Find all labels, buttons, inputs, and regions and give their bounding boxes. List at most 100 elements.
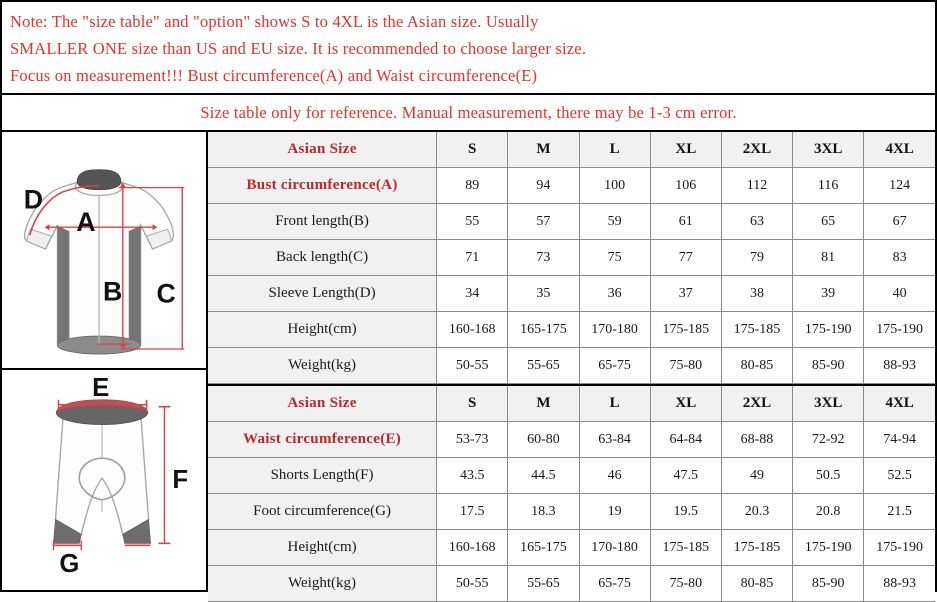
- row-label-foot-circumference: Foot circumference(G): [208, 493, 438, 530]
- cell-back-xl: 77: [649, 239, 722, 276]
- cell-front-4xl: 67: [863, 203, 935, 240]
- row-label-weight-top: Weight(kg): [208, 347, 438, 384]
- cell-shorts-xl: 47.5: [649, 457, 722, 494]
- shorts-label-F: F: [172, 466, 188, 494]
- cell-foot-3xl: 20.8: [792, 493, 865, 530]
- shorts-label-E: E: [92, 374, 109, 402]
- table-header-row: Asian Size S M L XL 2XL 3XL 4XL: [208, 384, 935, 422]
- table-row: Front length(B) 55 57 59 61 63 65 67: [208, 203, 935, 240]
- cell-waist-2xl: 68-88: [720, 421, 794, 458]
- cell-weight-bottom-3xl: 85-90: [792, 565, 865, 602]
- jersey-label-A: A: [76, 207, 95, 237]
- size-header-l: L: [578, 132, 651, 168]
- cell-front-s: 55: [436, 203, 509, 240]
- note-line-1: Note: The "size table" and "option" show…: [10, 12, 539, 31]
- size-header-4xl: 4XL: [863, 132, 935, 168]
- jersey-label-D: D: [24, 184, 43, 214]
- cell-height-top-l: 170-180: [578, 311, 651, 348]
- cell-foot-xl: 19.5: [649, 493, 722, 530]
- cell-weight-top-s: 50-55: [436, 347, 509, 384]
- tables-column: Asian Size S M L XL 2XL 3XL 4XL Bust cir…: [208, 132, 935, 602]
- size-header-bottom-2xl: 2XL: [720, 384, 794, 422]
- size-header-bottom-4xl: 4XL: [863, 384, 935, 422]
- note-line-3: Focus on measurement!!! Bust circumferen…: [10, 66, 538, 85]
- cell-height-bottom-m: 165-175: [507, 529, 580, 566]
- cell-weight-top-l: 65-75: [578, 347, 651, 384]
- jersey-size-table: Asian Size S M L XL 2XL 3XL 4XL Bust cir…: [208, 132, 935, 384]
- cell-height-bottom-4xl: 175-190: [863, 529, 935, 566]
- cell-sleeve-l: 36: [578, 275, 651, 312]
- cell-front-xl: 61: [649, 203, 722, 240]
- cell-weight-bottom-s: 50-55: [436, 565, 509, 602]
- table-row: Height(cm) 160-168 165-175 170-180 175-1…: [208, 529, 935, 566]
- cell-height-top-2xl: 175-185: [720, 311, 794, 348]
- cell-foot-2xl: 20.3: [720, 493, 794, 530]
- cell-height-top-s: 160-168: [436, 311, 509, 348]
- cell-shorts-s: 43.5: [436, 457, 509, 494]
- cell-height-top-m: 165-175: [507, 311, 580, 348]
- cell-waist-4xl: 74-94: [863, 421, 935, 458]
- cell-weight-top-m: 55-65: [507, 347, 580, 384]
- size-header-xl: XL: [649, 132, 722, 168]
- cell-bust-s: 89: [436, 167, 509, 204]
- cell-height-bottom-s: 160-168: [436, 529, 509, 566]
- cell-height-bottom-xl: 175-185: [649, 529, 722, 566]
- cell-height-top-xl: 175-185: [649, 311, 722, 348]
- cell-front-l: 59: [578, 203, 651, 240]
- table-row: Weight(kg) 50-55 55-65 65-75 75-80 80-85…: [208, 565, 935, 602]
- cell-waist-xl: 64-84: [649, 421, 722, 458]
- cell-sleeve-3xl: 39: [792, 275, 865, 312]
- note-line-2: SMALLER ONE size than US and EU size. It…: [10, 39, 587, 58]
- table-row: Height(cm) 160-168 165-175 170-180 175-1…: [208, 311, 935, 348]
- row-label-back-length: Back length(C): [208, 239, 438, 276]
- cell-bust-2xl: 112: [720, 167, 794, 204]
- size-header-bottom-3xl: 3XL: [792, 384, 865, 422]
- row-label-height-bottom: Height(cm): [208, 529, 438, 566]
- cell-sleeve-xl: 37: [649, 275, 722, 312]
- cell-foot-l: 19: [578, 493, 651, 530]
- cell-height-bottom-l: 170-180: [578, 529, 651, 566]
- cell-bust-4xl: 124: [863, 167, 935, 204]
- asian-size-label-bottom: Asian Size: [208, 384, 438, 422]
- size-header-bottom-m: M: [507, 384, 580, 422]
- cell-sleeve-2xl: 38: [720, 275, 794, 312]
- cell-back-l: 75: [578, 239, 651, 276]
- cell-height-bottom-3xl: 175-190: [792, 529, 865, 566]
- shorts-size-table-body: Asian Size S M L XL 2XL 3XL 4XL Waist ci…: [208, 384, 935, 602]
- cell-height-top-4xl: 175-190: [863, 311, 935, 348]
- cell-back-3xl: 81: [792, 239, 865, 276]
- cell-shorts-l: 46: [578, 457, 651, 494]
- cell-back-m: 73: [507, 239, 580, 276]
- jersey-size-table-body: Asian Size S M L XL 2XL 3XL 4XL Bust cir…: [208, 132, 935, 384]
- cell-weight-bottom-m: 55-65: [507, 565, 580, 602]
- table-row: Weight(kg) 50-55 55-65 65-75 75-80 80-85…: [208, 347, 935, 384]
- table-header-row: Asian Size S M L XL 2XL 3XL 4XL: [208, 132, 935, 168]
- cell-weight-bottom-xl: 75-80: [649, 565, 722, 602]
- cell-sleeve-s: 34: [436, 275, 509, 312]
- size-header-bottom-xl: XL: [649, 384, 722, 422]
- cell-shorts-m: 44.5: [507, 457, 580, 494]
- cell-waist-s: 53-73: [436, 421, 509, 458]
- shorts-size-table: Asian Size S M L XL 2XL 3XL 4XL Waist ci…: [208, 384, 935, 602]
- size-header-bottom-s: S: [436, 384, 509, 422]
- cell-shorts-3xl: 50.5: [792, 457, 865, 494]
- cycling-jersey-icon: D A B C: [24, 169, 185, 355]
- cell-bust-xl: 106: [649, 167, 722, 204]
- main-area: D A B C E F G Asian Size S M L XL 2XL 3X…: [0, 132, 937, 602]
- cell-sleeve-4xl: 40: [863, 275, 935, 312]
- cell-front-2xl: 63: [720, 203, 794, 240]
- size-header-s: S: [436, 132, 509, 168]
- row-label-weight-bottom: Weight(kg): [208, 565, 438, 602]
- cell-weight-top-2xl: 80-85: [720, 347, 794, 384]
- table-row: Bust circumference(A) 89 94 100 106 112 …: [208, 167, 935, 204]
- figures-column: D A B C E F G: [2, 132, 208, 590]
- row-label-waist: Waist circumference(E): [208, 421, 438, 458]
- cell-back-2xl: 79: [720, 239, 794, 276]
- note-block: Note: The "size table" and "option" show…: [0, 0, 937, 94]
- size-header-m: M: [507, 132, 580, 168]
- cell-weight-top-xl: 75-80: [649, 347, 722, 384]
- table-row: Back length(C) 71 73 75 77 79 81 83: [208, 239, 935, 276]
- table-row: Shorts Length(F) 43.5 44.5 46 47.5 49 50…: [208, 457, 935, 494]
- cell-height-top-3xl: 175-190: [792, 311, 865, 348]
- table-row: Waist circumference(E) 53-73 60-80 63-84…: [208, 421, 935, 458]
